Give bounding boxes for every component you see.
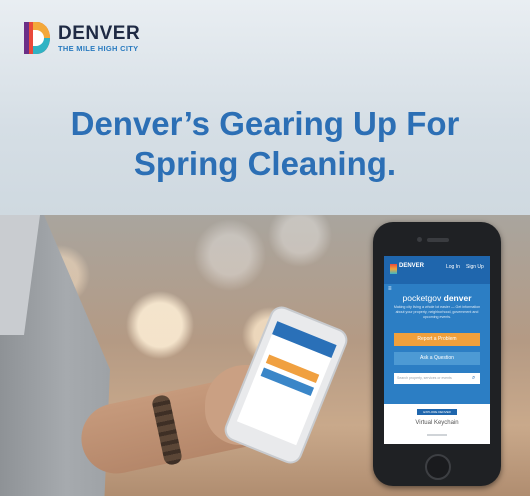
app-logo-icon [390,264,397,274]
denver-logo[interactable]: DENVER THE MILE HIGH CITY [24,22,140,54]
phone-screen: DENVER Log In Sign Up ≡ pocketgov denver… [384,256,490,444]
logo-name: DENVER [58,22,141,44]
handheld-phone [221,302,351,468]
camera-icon [417,237,422,242]
ad-banner-top: DENVER THE MILE HIGH CITY Denver’s Geari… [0,0,530,215]
search-icon[interactable]: ⌕ [472,375,475,382]
app-description: Making city living a whole lot easier — … [393,305,481,319]
ask-question-button[interactable]: Ask a Question [394,352,480,365]
report-problem-button[interactable]: Report a Problem [394,333,480,346]
headline-line-2: Spring Cleaning. [133,145,397,182]
home-button [425,454,451,480]
denver-d-logo-icon [24,22,50,54]
headline-line-1: Denver’s Gearing Up For [70,105,460,142]
explore-button[interactable]: EXPLORE DENVER [417,409,457,415]
footer-divider [427,434,447,436]
featured-phone: DENVER Log In Sign Up ≡ pocketgov denver… [373,222,501,486]
app-brand: DENVER [399,263,425,269]
hamburger-icon[interactable]: ≡ [388,286,392,292]
app-title: pocketgov denver [402,293,472,303]
speaker-grille [427,238,449,242]
signup-link[interactable]: Sign Up [466,264,484,270]
search-input[interactable]: Search property, services or events [394,373,480,384]
virtual-keychain-heading: Virtual Keychain [415,420,459,426]
logo-tagline: THE MILE HIGH CITY [58,43,139,53]
login-link[interactable]: Log In [446,264,460,270]
app-header [384,256,490,284]
